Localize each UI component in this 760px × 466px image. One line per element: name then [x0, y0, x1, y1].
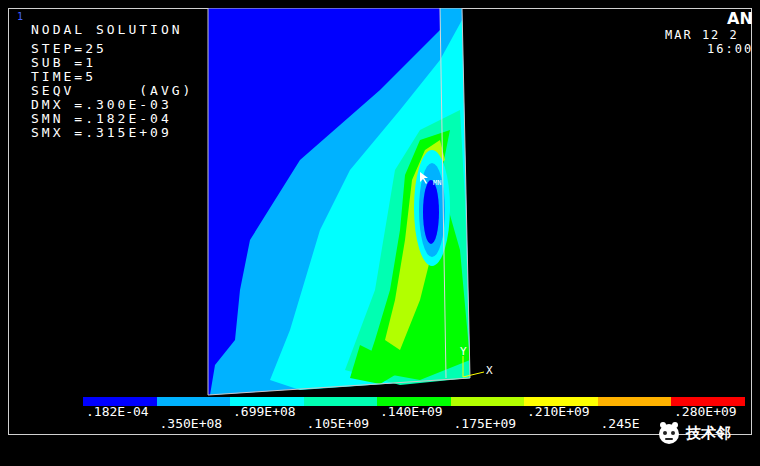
legend-label-slot	[304, 406, 378, 418]
viewport-number: 1	[17, 11, 193, 23]
contour-band	[208, 8, 470, 395]
watermark-text: 技术邻	[686, 423, 731, 443]
contour-band	[350, 345, 400, 384]
info-line: SMX =.315E+09	[31, 126, 193, 140]
graphics-frame: 1NODAL SOLUTION STEP=25SUB =1TIME=5SEQV (…	[8, 8, 752, 435]
legend-item: .699E+08	[230, 397, 304, 430]
plate-edge	[440, 8, 446, 378]
contour-band	[423, 180, 439, 244]
y-axis	[463, 356, 464, 377]
legend-label-slot	[377, 418, 451, 430]
watermark: 技术邻	[652, 418, 735, 448]
legend-label-slot: .105E+09	[304, 418, 378, 430]
logo-date-block: ANMAR 12 216:00	[661, 10, 751, 56]
contour-band	[210, 8, 470, 395]
legend-swatch	[304, 397, 378, 406]
date-label: MAR 12 2	[665, 28, 751, 42]
legend-swatch	[157, 397, 231, 406]
legend-label-slot: .140E+09	[377, 406, 451, 418]
legend-swatch	[230, 397, 304, 406]
legend-swatch	[83, 397, 157, 406]
legend-swatch	[598, 397, 672, 406]
contour-band	[419, 163, 445, 257]
cursor-icon	[420, 172, 428, 184]
contour-legend: .182E-04.350E+08.699E+08.105E+09.140E+09…	[83, 397, 751, 430]
legend-label-slot: .210E+09	[524, 406, 598, 418]
time-label: 16:00	[707, 42, 751, 56]
robot-face-icon	[656, 420, 682, 446]
legend-item: .350E+08	[157, 397, 231, 430]
legend-label-slot: .175E+09	[451, 418, 525, 430]
contour-band	[365, 130, 470, 380]
legend-label-slot: .245E	[598, 418, 672, 430]
contour-band	[345, 110, 470, 385]
legend-label-slot	[157, 406, 231, 418]
legend-label-slot	[83, 418, 157, 430]
legend-label-slot: .350E+08	[157, 418, 231, 430]
legend-swatch	[451, 397, 525, 406]
legend-label-slot: .280E+09	[671, 406, 745, 418]
ansys-window: 1NODAL SOLUTION STEP=25SUB =1TIME=5SEQV (…	[0, 0, 760, 466]
legend-label-slot	[598, 406, 672, 418]
contour-plot[interactable]: MN Y X	[204, 8, 496, 403]
info-title: NODAL SOLUTION	[31, 23, 193, 37]
legend-item: .175E+09	[451, 397, 525, 430]
legend-item: .140E+09	[377, 397, 451, 430]
info-lines: NODAL SOLUTION STEP=25SUB =1TIME=5SEQV (A…	[17, 23, 193, 140]
legend-item: .182E-04	[83, 397, 157, 430]
info-line: TIME=5	[31, 70, 193, 84]
min-marker: MN	[433, 179, 441, 187]
legend-label-slot	[451, 406, 525, 418]
legend-label-slot: .699E+08	[230, 406, 304, 418]
legend-item: .245E	[598, 397, 672, 430]
contour-band	[270, 20, 470, 390]
plate-outline	[208, 8, 470, 395]
legend-item: .105E+09	[304, 397, 378, 430]
legend-item: .210E+09	[524, 397, 598, 430]
solution-info: 1NODAL SOLUTION STEP=25SUB =1TIME=5SEQV (…	[9, 11, 193, 140]
legend-swatch	[377, 397, 451, 406]
legend-swatch	[671, 397, 745, 406]
legend-label-slot: .182E-04	[83, 406, 157, 418]
x-axis-label: X	[486, 364, 493, 377]
info-line: SMN =.182E-04	[31, 112, 193, 126]
contour-band	[414, 150, 450, 266]
ansys-logo: AN	[727, 10, 751, 28]
x-axis	[463, 372, 484, 377]
legend-swatch	[524, 397, 598, 406]
y-axis-label: Y	[460, 345, 467, 358]
info-line: SEQV (AVG)	[31, 84, 193, 98]
info-line: SUB =1	[31, 56, 193, 70]
legend-label-slot	[524, 418, 598, 430]
legend-label-slot	[230, 418, 304, 430]
info-line: STEP=25	[31, 42, 193, 56]
info-line: DMX =.300E-03	[31, 98, 193, 112]
contour-band	[385, 140, 445, 350]
